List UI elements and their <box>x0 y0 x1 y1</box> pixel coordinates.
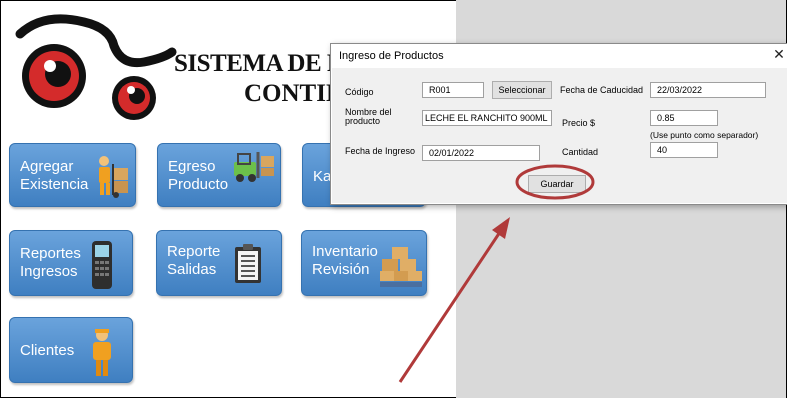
precio-field[interactable]: 0.85 <box>650 110 718 126</box>
logo-eyes-icon <box>15 14 177 120</box>
fecha-caducidad-field[interactable]: 22/03/2022 <box>650 82 766 98</box>
boxes-pallet-icon <box>380 247 422 287</box>
close-icon[interactable]: ✕ <box>771 46 787 63</box>
precio-hint: (Use punto como separador) <box>650 130 759 140</box>
ingreso-productos-dialog: Ingreso de Productos ✕ Código R001 Selec… <box>330 43 787 205</box>
forklift-icon <box>234 152 274 182</box>
nombre-producto-field[interactable]: LECHE EL RANCHITO 900ML <box>422 110 552 126</box>
reportes-ingresos-button[interactable]: Reportes Ingresos <box>9 230 133 296</box>
precio-label: Precio $ <box>562 118 596 128</box>
inventario-revision-button[interactable]: Inventario Revisión <box>301 230 427 296</box>
inventario-revision-label: Inventario Revisión <box>312 243 378 278</box>
clientes-button[interactable]: Clientes <box>9 317 133 383</box>
fecha-ingreso-label: Fecha de Ingreso <box>345 146 416 156</box>
fecha-ingreso-field[interactable]: 02/01/2022 <box>422 145 540 161</box>
barcode-scanner-icon <box>92 241 112 289</box>
egreso-producto-button[interactable]: Egreso Producto <box>157 143 281 207</box>
dialog-title: Ingreso de Productos <box>339 50 444 62</box>
seleccionar-button[interactable]: Seleccionar <box>492 81 552 99</box>
worker-hand-truck-icon <box>99 156 128 198</box>
dialog-body: Código R001 Seleccionar Fecha de Caducid… <box>332 68 787 203</box>
nombre-producto-label: Nombre del producto <box>345 107 392 126</box>
codigo-field[interactable]: R001 <box>422 82 484 98</box>
fecha-caducidad-label: Fecha de Caducidad <box>560 85 644 95</box>
reporte-salidas-label: Reporte Salidas <box>167 243 221 278</box>
person-icon <box>93 329 111 376</box>
cantidad-label: Cantidad <box>562 147 599 157</box>
reportes-ingresos-label: Reportes Ingresos <box>20 245 81 280</box>
clientes-label: Clientes <box>20 342 75 359</box>
codigo-label: Código <box>345 87 374 97</box>
cantidad-field[interactable]: 40 <box>650 142 718 158</box>
agregar-existencia-button[interactable]: Agregar Existencia <box>9 143 136 207</box>
agregar-existencia-label: Agregar Existencia <box>20 158 89 193</box>
app-title-line1: SISTEMA DE R <box>174 50 345 77</box>
app-title-line2: CONTIN <box>244 80 345 107</box>
reporte-salidas-button[interactable]: Reporte Salidas <box>156 230 282 296</box>
clipboard-icon <box>235 244 261 283</box>
guardar-button[interactable]: Guardar <box>528 175 586 193</box>
kardex-label: Ka <box>313 168 332 185</box>
egreso-producto-label: Egreso Producto <box>168 158 229 193</box>
